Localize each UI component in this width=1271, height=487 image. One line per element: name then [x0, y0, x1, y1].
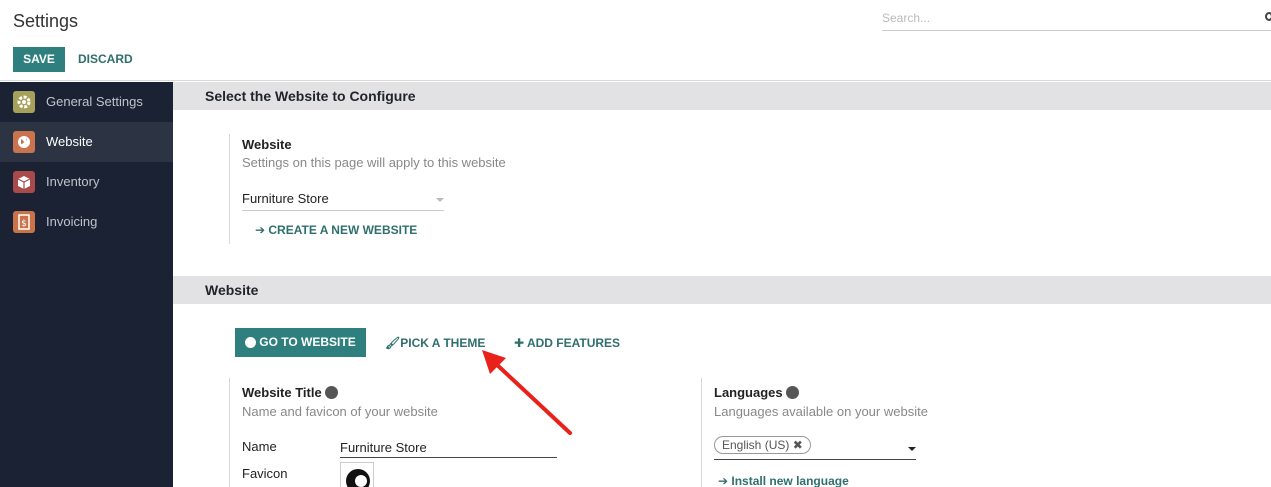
globe-icon: [785, 386, 799, 399]
website-select[interactable]: Furniture Store: [242, 191, 444, 211]
box-icon: [13, 171, 35, 193]
pick-theme-link[interactable]: 🖌PICK A THEME: [385, 336, 485, 350]
sidebar-item-label: Invoicing: [46, 214, 98, 229]
arrow-right-icon: ➔: [718, 474, 732, 487]
sidebar-item-inventory[interactable]: Inventory: [0, 162, 173, 202]
remove-tag-icon[interactable]: ✖: [793, 438, 803, 452]
favicon-label: Favicon: [242, 466, 288, 481]
settings-main: Select the Website to Configure Website …: [173, 82, 1271, 487]
setting-title: Website Title: [242, 385, 338, 400]
arrow-right-icon: ➔: [255, 223, 269, 237]
globe-icon: [324, 386, 338, 399]
sidebar-item-label: General Settings: [46, 94, 143, 109]
name-label: Name: [242, 439, 277, 454]
invoice-icon: $: [13, 211, 35, 233]
setting-description: Settings on this page will apply to this…: [242, 155, 506, 170]
languages-input[interactable]: English (US) ✖: [714, 436, 916, 460]
globe-icon: [13, 131, 35, 153]
sidebar-item-general-settings[interactable]: General Settings: [0, 82, 173, 122]
search-icon[interactable]: [1265, 12, 1271, 21]
discard-button[interactable]: DISCARD: [72, 47, 139, 72]
favicon-image: [346, 469, 370, 487]
page-title: Settings: [13, 11, 79, 31]
languages-setting: Languages Languages available on your we…: [701, 378, 1101, 487]
install-language-link[interactable]: ➔ Install new language: [718, 474, 849, 487]
annotation-arrow: [482, 350, 572, 435]
svg-text:$: $: [21, 219, 27, 229]
save-button[interactable]: SAVE: [13, 47, 65, 72]
sidebar-item-website[interactable]: Website: [0, 122, 173, 162]
setting-title: Website: [242, 137, 292, 152]
language-tag: English (US) ✖: [714, 436, 811, 454]
setting-description: Name and favicon of your website: [242, 404, 438, 419]
section-website-header: Website: [173, 276, 1271, 304]
setting-description: Languages available on your website: [714, 404, 928, 419]
website-select-value: Furniture Store: [242, 191, 329, 206]
caret-down-icon[interactable]: [908, 446, 916, 452]
search-placeholder: Search...: [882, 11, 931, 25]
control-panel: Settings Search... SAVE DISCARD: [0, 0, 1271, 81]
website-name-input[interactable]: Furniture Store: [340, 440, 557, 458]
website-selector-setting: Website Settings on this page will apply…: [229, 134, 529, 244]
caret-down-icon: [436, 198, 444, 202]
create-website-link[interactable]: ➔ CREATE A NEW WEBSITE: [255, 223, 417, 237]
sidebar-item-invoicing[interactable]: $ Invoicing: [0, 202, 173, 242]
settings-sidebar: General Settings Website Inventory $ Inv…: [0, 82, 173, 487]
gear-icon: [13, 91, 35, 113]
setting-title: Languages: [714, 385, 799, 400]
paintbrush-icon: 🖌: [385, 336, 401, 350]
favicon-upload[interactable]: [340, 462, 374, 487]
sidebar-item-label: Website: [46, 134, 93, 149]
globe-icon: [245, 337, 257, 348]
section-select-website-header: Select the Website to Configure: [173, 82, 1271, 110]
search-input[interactable]: Search...: [882, 8, 1271, 31]
sidebar-item-label: Inventory: [46, 174, 100, 189]
go-to-website-button[interactable]: GO TO WEBSITE: [235, 328, 366, 357]
